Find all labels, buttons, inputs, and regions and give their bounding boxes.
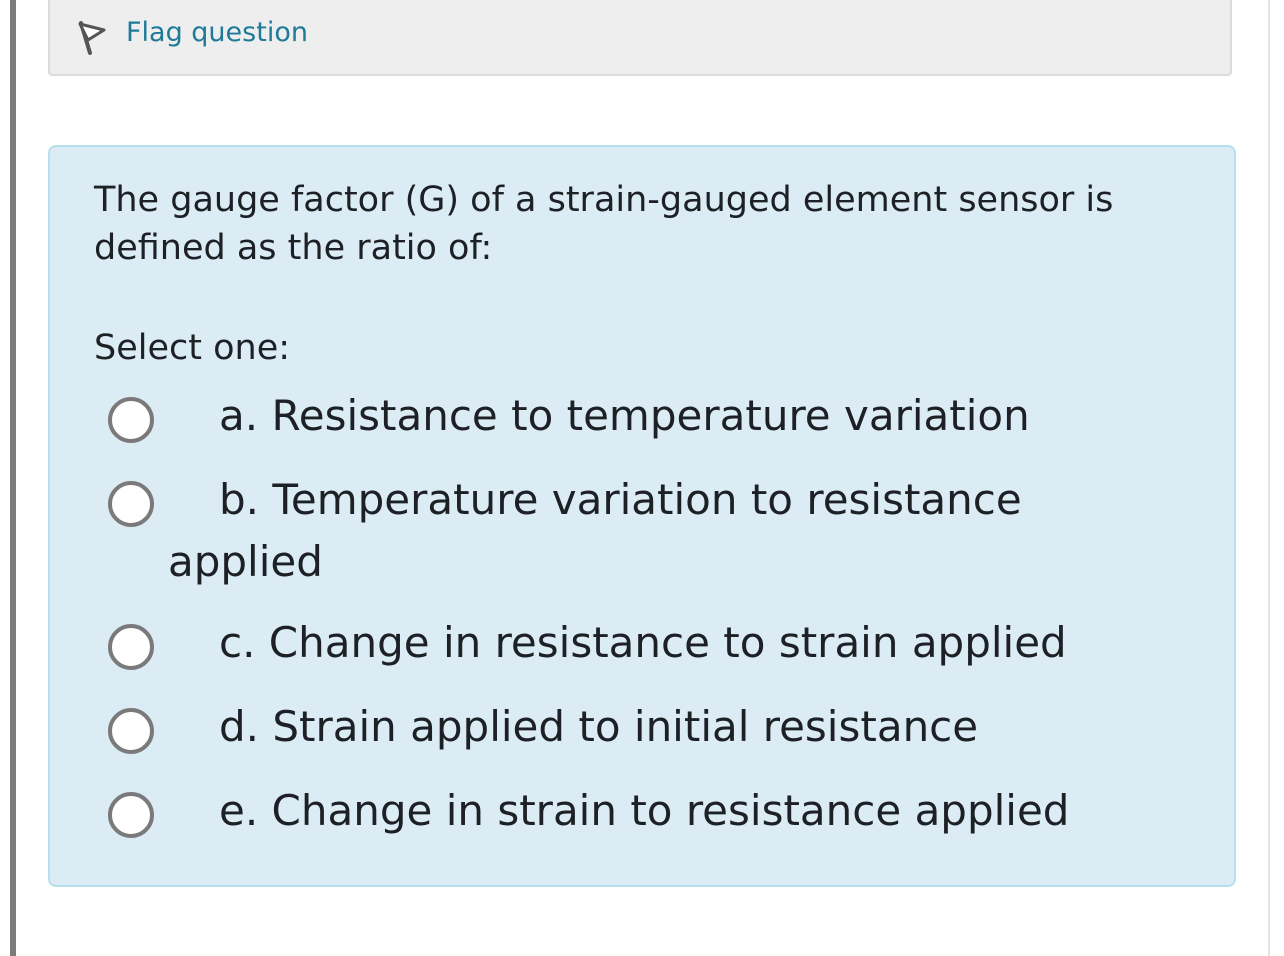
answer-c-label[interactable]: c. Change in resistance to strain applie… bbox=[168, 612, 1148, 674]
answer-d-radio[interactable] bbox=[108, 708, 154, 754]
answer-e-label[interactable]: e. Change in strain to resistance applie… bbox=[168, 780, 1148, 842]
answer-b-radio[interactable] bbox=[108, 481, 154, 527]
answer-e-radio[interactable] bbox=[108, 792, 154, 838]
flag-question-link[interactable]: Flag question bbox=[126, 16, 308, 50]
answer-b-label[interactable]: b. Temperature variation to resistance a… bbox=[168, 469, 1148, 593]
flag-icon[interactable] bbox=[74, 20, 108, 56]
answer-d-label[interactable]: d. Strain applied to initial resistance bbox=[168, 696, 1148, 758]
page-left-border bbox=[10, 0, 16, 956]
page-right-border bbox=[1268, 0, 1270, 956]
answer-c-radio[interactable] bbox=[108, 624, 154, 670]
answer-a-label[interactable]: a. Resistance to temperature variation bbox=[168, 385, 1148, 447]
question-text: The gauge factor (G) of a strain-gauged … bbox=[94, 180, 1114, 268]
answer-a-radio[interactable] bbox=[108, 397, 154, 443]
select-one-prompt: Select one: bbox=[94, 328, 291, 368]
